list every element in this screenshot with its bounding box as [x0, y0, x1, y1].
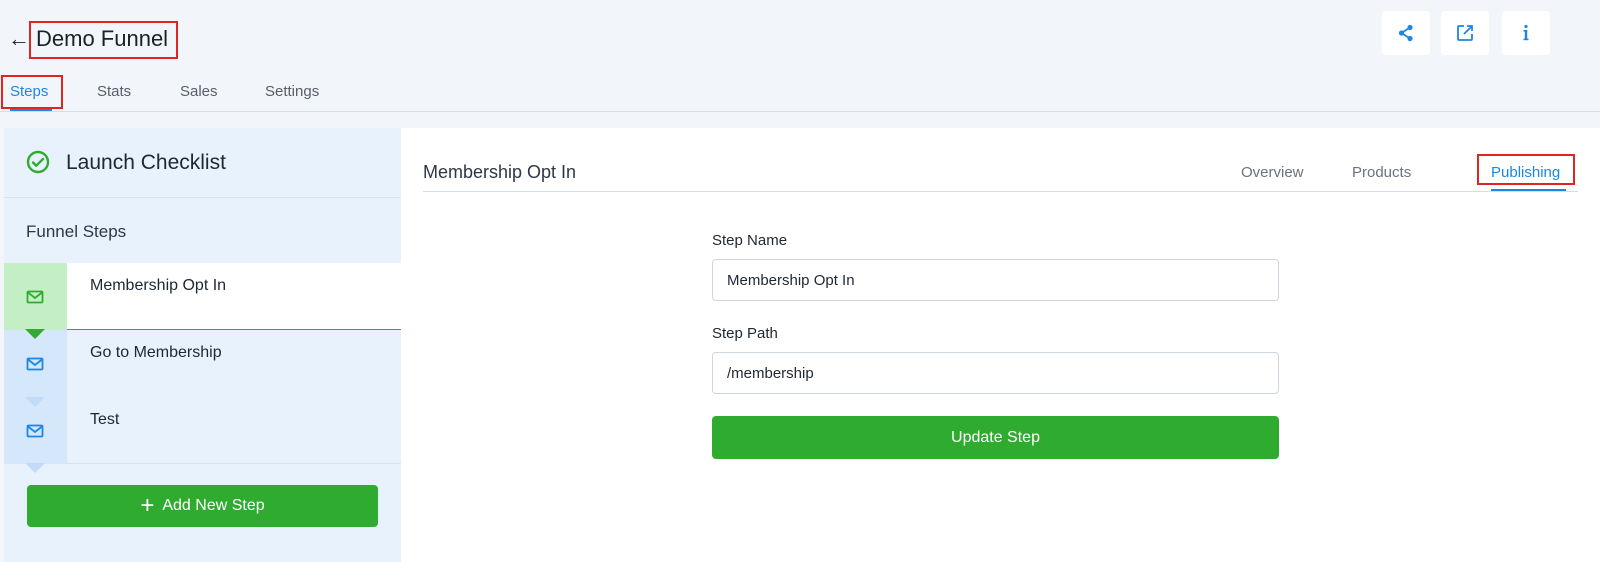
active-tab-underline [10, 109, 52, 111]
info-button[interactable] [1502, 11, 1550, 55]
add-new-step-label: Add New Step [162, 497, 265, 514]
step-label: Test [90, 411, 120, 428]
update-step-button[interactable]: Update Step [712, 416, 1279, 459]
external-link-icon [1457, 25, 1473, 41]
step-name-label: Step Name [712, 232, 788, 249]
tab-settings[interactable]: Settings [265, 78, 319, 111]
open-external-button[interactable] [1441, 11, 1489, 55]
page-header: ← Demo Funnel Steps Stats Sales Settings [0, 0, 1600, 112]
check-circle-icon [26, 150, 50, 174]
mail-icon [26, 290, 44, 304]
step-connector [25, 397, 45, 407]
step-connector [25, 329, 45, 339]
tab-overview[interactable]: Overview [1241, 164, 1304, 181]
tab-products[interactable]: Products [1352, 164, 1411, 181]
step-detail-header: Membership Opt In Overview Products Publ… [423, 128, 1578, 192]
step-item-go-to-membership[interactable]: Go to Membership [4, 330, 401, 407]
tab-sales[interactable]: Sales [180, 78, 218, 111]
step-name-input[interactable] [712, 259, 1279, 301]
mail-icon [26, 424, 44, 438]
add-new-step-button[interactable]: + Add New Step [27, 485, 378, 527]
step-settings-form: Step Name Step Path Update Step [712, 232, 1279, 459]
publishing-tab-highlight [1477, 154, 1575, 185]
plus-icon: + [140, 492, 155, 519]
funnel-sidebar: Launch Checklist Funnel Steps Membership… [4, 128, 401, 562]
page-title: Demo Funnel [28, 21, 179, 59]
funnel-tabs: Steps Stats Sales Settings [0, 78, 1600, 112]
launch-checklist[interactable]: Launch Checklist [4, 128, 401, 198]
info-icon [1523, 24, 1529, 41]
step-icon-column [4, 397, 67, 464]
step-path-label: Step Path [712, 325, 778, 342]
back-arrow-icon[interactable]: ← [8, 26, 30, 52]
step-path-input[interactable] [712, 352, 1279, 394]
step-icon-column [4, 263, 67, 330]
funnel-steps-heading: Funnel Steps [26, 222, 127, 241]
step-icon-column [4, 330, 67, 397]
share-button[interactable] [1382, 11, 1430, 55]
active-subtab-underline [1491, 189, 1566, 191]
steps-tab-highlight [1, 75, 63, 109]
step-connector [25, 463, 45, 473]
checklist-label: Launch Checklist [66, 151, 226, 174]
step-label: Membership Opt In [90, 277, 227, 294]
step-title: Membership Opt In [423, 162, 577, 182]
step-detail-panel: Membership Opt In Overview Products Publ… [401, 128, 1600, 562]
step-item-test[interactable]: Test [4, 397, 401, 473]
share-icon [1398, 24, 1413, 42]
step-item-membership-opt-in[interactable]: Membership Opt In [4, 263, 401, 339]
step-label: Go to Membership [90, 344, 222, 361]
tab-stats[interactable]: Stats [97, 78, 131, 111]
mail-icon [26, 357, 44, 371]
